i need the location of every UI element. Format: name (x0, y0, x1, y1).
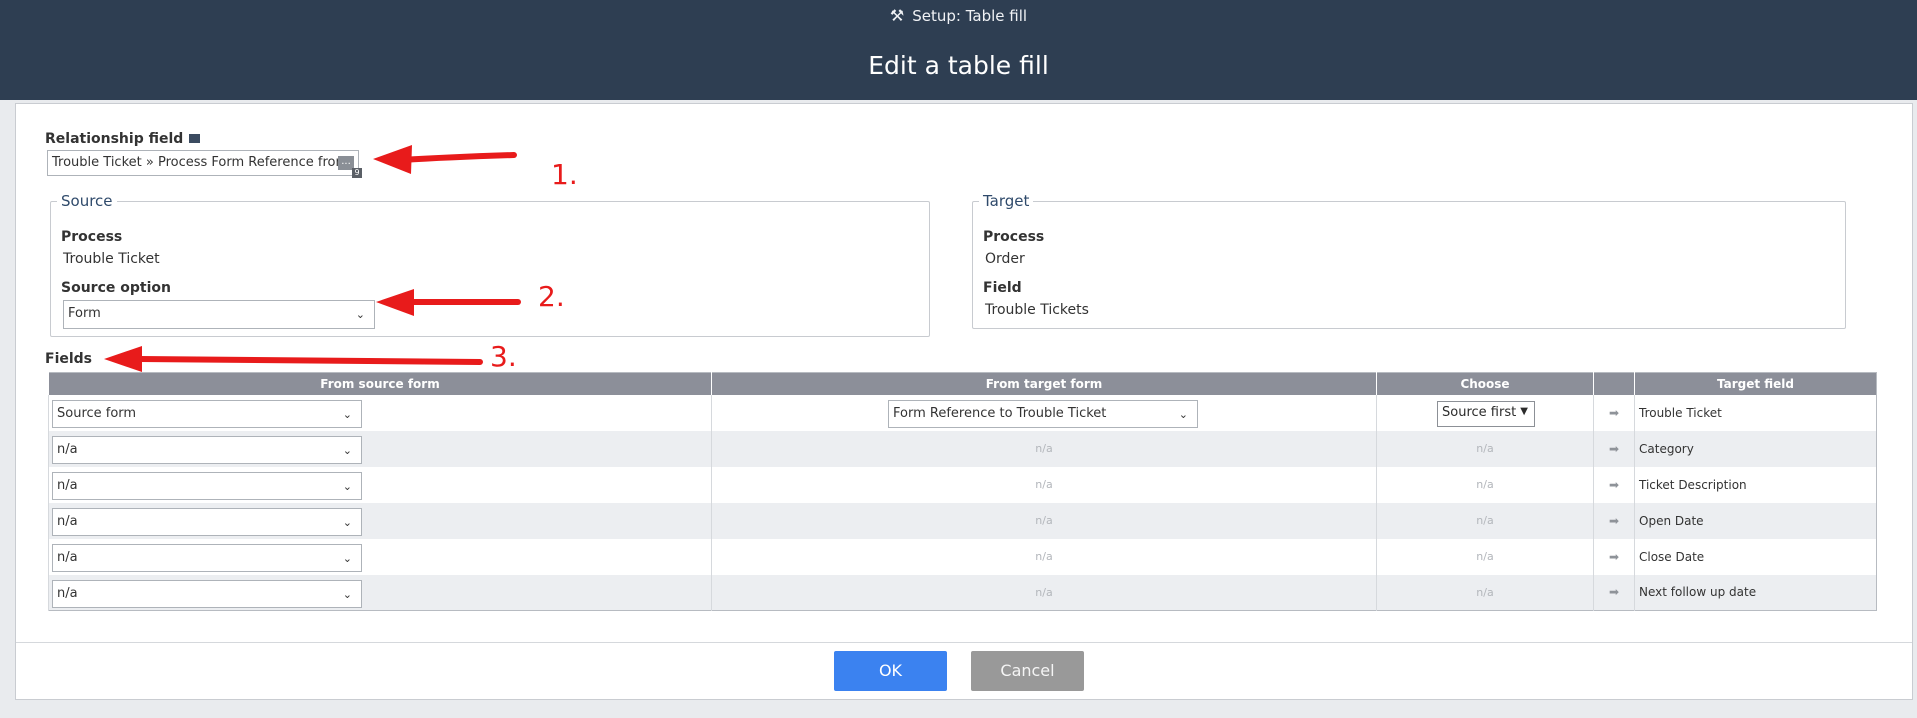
annotation-number-1: 1. (551, 158, 578, 191)
annotation-arrow-1 (373, 145, 517, 174)
annotation-arrow-3 (104, 346, 483, 372)
annotation-number-3: 3. (490, 340, 517, 373)
annotation-number-2: 2. (538, 280, 565, 313)
annotation-overlay (104, 145, 521, 372)
annotation-arrow-2 (376, 289, 521, 316)
